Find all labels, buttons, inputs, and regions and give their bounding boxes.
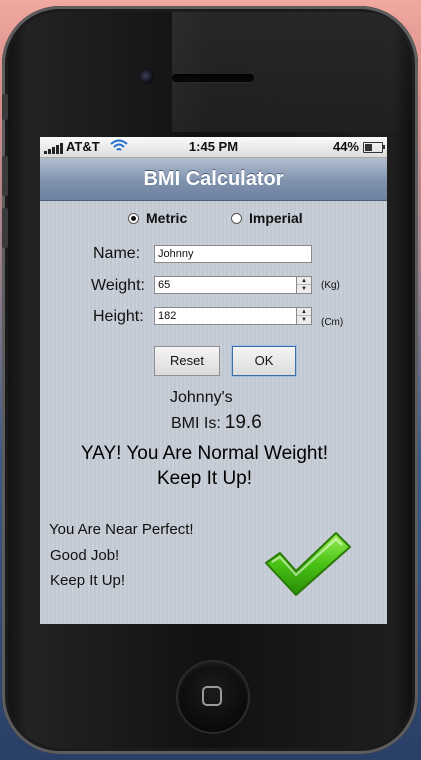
- metric-radio[interactable]: Metric: [128, 210, 187, 226]
- result-bmi: BMI Is: 19.6: [171, 412, 262, 434]
- name-field[interactable]: Johnny: [154, 245, 312, 263]
- height-field[interactable]: 182 ▲ ▼: [154, 307, 312, 325]
- radio-unchecked-icon[interactable]: [231, 212, 242, 224]
- height-label: Height:: [93, 308, 144, 325]
- stepper-down-icon[interactable]: ▼: [297, 285, 311, 293]
- bmi-label: BMI Is:: [171, 415, 221, 432]
- encouragement-line-1: You Are Near Perfect!: [49, 521, 194, 538]
- unit-selector: Metric Imperial: [40, 210, 387, 230]
- weight-label: Weight:: [91, 277, 145, 294]
- weight-field[interactable]: 65 ▲ ▼: [154, 276, 312, 294]
- home-button[interactable]: [178, 662, 248, 732]
- status-bar: AT&T 1:45 PM 44%: [40, 137, 387, 158]
- result-message: YAY! You Are Normal Weight!: [80, 443, 329, 464]
- name-label: Name:: [93, 245, 141, 262]
- stepper-up-icon[interactable]: ▲: [297, 308, 311, 316]
- earpiece-speaker: [172, 74, 254, 82]
- height-stepper[interactable]: ▲ ▼: [296, 308, 311, 324]
- app-screen: AT&T 1:45 PM 44% BMI Calculator Metric I…: [40, 137, 387, 624]
- weight-stepper[interactable]: ▲ ▼: [296, 277, 311, 293]
- ok-button[interactable]: OK: [232, 346, 296, 376]
- mute-switch: [2, 94, 8, 120]
- height-unit: (Cm): [321, 317, 344, 328]
- nav-title: BMI Calculator: [40, 158, 387, 201]
- stepper-up-icon[interactable]: ▲: [297, 277, 311, 285]
- volume-up-button: [2, 156, 8, 196]
- result-message-2: Keep It Up!: [156, 468, 253, 489]
- battery-percent: 44%: [332, 139, 359, 154]
- imperial-label: Imperial: [249, 210, 303, 226]
- checkmark-icon: [265, 532, 351, 596]
- bmi-value: 19.6: [224, 412, 262, 433]
- radio-checked-icon[interactable]: [128, 212, 139, 224]
- height-value: 182: [158, 310, 177, 322]
- imperial-radio[interactable]: Imperial: [231, 210, 303, 226]
- encouragement-line-2: Good Job!: [50, 547, 120, 564]
- phone-frame: AT&T 1:45 PM 44% BMI Calculator Metric I…: [2, 6, 421, 754]
- front-camera: [140, 70, 154, 84]
- weight-value: 65: [158, 279, 171, 291]
- encouragement-line-3: Keep It Up!: [50, 572, 126, 589]
- home-square-icon: [202, 686, 222, 706]
- reset-button[interactable]: Reset: [154, 346, 220, 376]
- metric-label: Metric: [146, 210, 188, 226]
- glass-reflection: [172, 12, 421, 132]
- battery-icon: [363, 142, 385, 153]
- volume-down-button: [2, 208, 8, 248]
- stepper-down-icon[interactable]: ▼: [297, 316, 311, 324]
- weight-unit: (Kg): [321, 280, 340, 291]
- result-name: Johnny's: [170, 389, 233, 406]
